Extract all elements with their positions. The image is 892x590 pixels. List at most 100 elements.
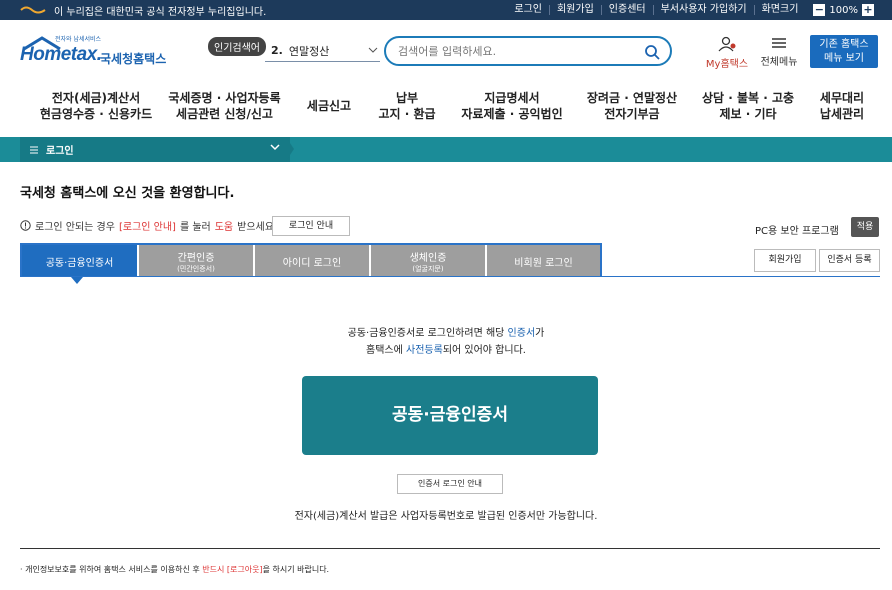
nav-label: 납부 xyxy=(395,91,419,105)
gov-banner: 이 누리집은 대한민국 공식 전자정부 누리집입니다. 로그인 회원가입 인증센… xyxy=(0,0,892,20)
nav-label: 전자(세금)계산서 xyxy=(51,91,141,105)
active-tab-pointer xyxy=(71,277,83,284)
tab-sublabel: (얼굴지문) xyxy=(412,264,444,273)
tab-label: 비회원 로그인 xyxy=(514,257,573,269)
cert-note: 전자(세금)계산서 발급은 사업자등록번호로 발급된 인증서만 가능합니다. xyxy=(294,511,598,522)
tab-joint-cert[interactable]: 공동·금융인증서 xyxy=(22,245,139,277)
help-guide-link[interactable]: [로그인 안내] xyxy=(119,218,176,233)
breadcrumb-arrow xyxy=(286,137,294,161)
login-guide-button[interactable]: 로그인 안내 xyxy=(272,216,350,236)
main-nav: 전자(세금)계산서 현금영수증 · 신용카드 국세증명 · 사업자등록 세금관련… xyxy=(0,86,892,132)
welcome-title: 국세청 홈택스에 오신 것을 환영합니다. xyxy=(20,186,235,201)
joint-cert-login-button[interactable]: 공동·금융인증서 xyxy=(302,376,598,455)
nav-payment-statement[interactable]: 지급명세서 자료제출 · 공익법인 xyxy=(456,90,568,122)
nav-tax-return[interactable]: 세금신고 xyxy=(298,98,360,114)
info-highlight: 인증서 xyxy=(507,328,536,339)
all-menu-button[interactable]: 전체메뉴 xyxy=(757,36,801,68)
popular-rank: 2. xyxy=(271,44,283,57)
nav-e-invoice[interactable]: 전자(세금)계산서 현금영수증 · 신용카드 xyxy=(36,90,156,122)
chevron-down-icon xyxy=(270,143,280,154)
tab-label: 간편인증 xyxy=(177,252,215,264)
header: 전자와 납세서비스 Hometax. 국세청홈택스 인기검색어 2. 연말정산 … xyxy=(0,20,892,82)
gov-logo-icon xyxy=(20,6,46,14)
nav-payment[interactable]: 납부 고지 · 환급 xyxy=(370,90,444,122)
info-text: 가 xyxy=(535,328,545,339)
privacy-text: 을 하시기 바랍니다. xyxy=(262,565,330,574)
nav-label: 세금관련 신청/신고 xyxy=(176,107,273,121)
info-icon xyxy=(20,220,31,231)
old-menu-line2: 메뉴 보기 xyxy=(824,53,864,64)
info-text: 홈택스에 xyxy=(366,345,407,356)
gov-cert-center-link[interactable]: 인증센터 xyxy=(600,5,653,15)
cert-login-guide-button[interactable]: 인증서 로그인 안내 xyxy=(397,474,503,494)
nav-tax-agent[interactable]: 세무대리 납세관리 xyxy=(808,90,876,122)
info-text: 공동·금융인증서로 로그인하려면 해당 xyxy=(347,328,508,339)
gov-login-link[interactable]: 로그인 xyxy=(507,5,549,15)
privacy-highlight: 반드시 [로그아웃] xyxy=(202,565,263,574)
old-menu-button[interactable]: 기존 홈택스 메뉴 보기 xyxy=(810,35,878,68)
bullet: · xyxy=(20,565,23,574)
search-input[interactable] xyxy=(398,44,628,58)
help-mid: 를 눌러 xyxy=(179,222,211,233)
login-help-text: 로그인 안되는 경우 [로그인 안내] 를 눌러 도움 받으세요. xyxy=(20,218,277,233)
tab-non-member[interactable]: 비회원 로그인 xyxy=(487,245,600,277)
my-hometax-label: My홈택스 xyxy=(705,59,749,70)
privacy-notice: · 개인정보보호를 위하여 홈택스 서비스를 이용하신 후 반드시 [로그아웃]… xyxy=(20,564,329,575)
nav-label: 납세관리 xyxy=(819,107,865,121)
gov-screen-size-label: 화면크기 xyxy=(753,5,806,15)
gov-notice: 이 누리집은 대한민국 공식 전자정부 누리집입니다. xyxy=(54,6,267,18)
tab-biometric[interactable]: 생체인증 (얼굴지문) xyxy=(371,245,487,277)
tab-id-login[interactable]: 아이디 로그인 xyxy=(255,245,371,277)
login-tabs: 공동·금융인증서 간편인증 (민간인증서) 아이디 로그인 생체인증 (얼굴지문… xyxy=(20,243,602,277)
menu-icon xyxy=(30,146,38,153)
nav-label: 현금영수증 · 신용카드 xyxy=(39,107,153,121)
nav-label: 상담 · 불복 · 고충 xyxy=(701,91,795,105)
breadcrumb-select[interactable]: 로그인 xyxy=(20,137,290,162)
all-menu-label: 전체메뉴 xyxy=(760,57,798,68)
nav-certificate[interactable]: 국세증명 · 사업자등록 세금관련 신청/신고 xyxy=(162,90,287,122)
tab-simple-auth[interactable]: 간편인증 (민간인증서) xyxy=(139,245,255,277)
nav-consult[interactable]: 상담 · 불복 · 고충 제보 · 기타 xyxy=(696,90,800,122)
nav-label: 지급명세서 xyxy=(484,91,540,105)
nav-label: 국세증명 · 사업자등록 xyxy=(168,91,281,105)
nav-label: 세무대리 xyxy=(819,91,865,105)
join-button[interactable]: 회원가입 xyxy=(754,249,816,272)
tab-sublabel: (민간인증서) xyxy=(177,264,215,273)
hamburger-icon xyxy=(772,38,786,48)
hometax-logo[interactable]: 전자와 납세서비스 Hometax. 국세청홈택스 xyxy=(20,34,170,68)
tab-label: 아이디 로그인 xyxy=(282,257,342,269)
popular-term: 연말정산 xyxy=(288,44,330,58)
divider xyxy=(20,548,880,549)
privacy-text: 개인정보보호를 위하여 홈택스 서비스를 이용하신 후 xyxy=(25,565,203,574)
logo-korean: 국세청홈택스 xyxy=(100,52,167,66)
cert-info-text: 공동·금융인증서로 로그인하려면 해당 인증서가 홈택스에 사전등록되어 있어야… xyxy=(0,325,892,359)
nav-label: 세금신고 xyxy=(306,99,352,113)
tab-label: 생체인증 xyxy=(409,252,447,264)
popular-search-select[interactable]: 2. 연말정산 xyxy=(265,40,380,62)
info-highlight: 사전등록 xyxy=(406,345,443,356)
nav-label: 고지 · 환급 xyxy=(378,107,436,121)
zoom-out-button[interactable]: − xyxy=(813,4,826,16)
breadcrumb: 로그인 xyxy=(0,137,892,162)
user-icon xyxy=(718,36,736,52)
cert-register-button[interactable]: 인증서 등록 xyxy=(819,249,880,272)
gov-join-link[interactable]: 회원가입 xyxy=(548,5,601,15)
breadcrumb-label: 로그인 xyxy=(46,146,74,157)
gov-dept-user-link[interactable]: 부서사용자 가입하기 xyxy=(652,5,754,15)
old-menu-line1: 기존 홈택스 xyxy=(819,39,869,50)
nav-label: 제보 · 기타 xyxy=(719,107,777,121)
pc-security-apply-button[interactable]: 적용 xyxy=(851,217,879,237)
search-icon[interactable] xyxy=(644,44,660,64)
nav-incentive[interactable]: 장려금 · 연말정산 전자기부금 xyxy=(582,90,682,122)
my-hometax-button[interactable]: My홈택스 xyxy=(703,36,751,70)
nav-label: 장려금 · 연말정산 xyxy=(586,91,678,105)
help-link[interactable]: 도움 xyxy=(215,218,233,233)
tab-label: 공동·금융인증서 xyxy=(45,257,114,269)
logo-subtitle: 전자와 납세서비스 xyxy=(55,36,102,43)
search-box xyxy=(384,36,672,66)
nav-label: 전자기부금 xyxy=(604,107,660,121)
logo-brand: Hometax. xyxy=(20,44,102,65)
zoom-in-button[interactable]: + xyxy=(862,4,874,16)
popular-search-tag: 인기검색어 xyxy=(208,37,266,56)
tab-underline xyxy=(20,276,880,277)
